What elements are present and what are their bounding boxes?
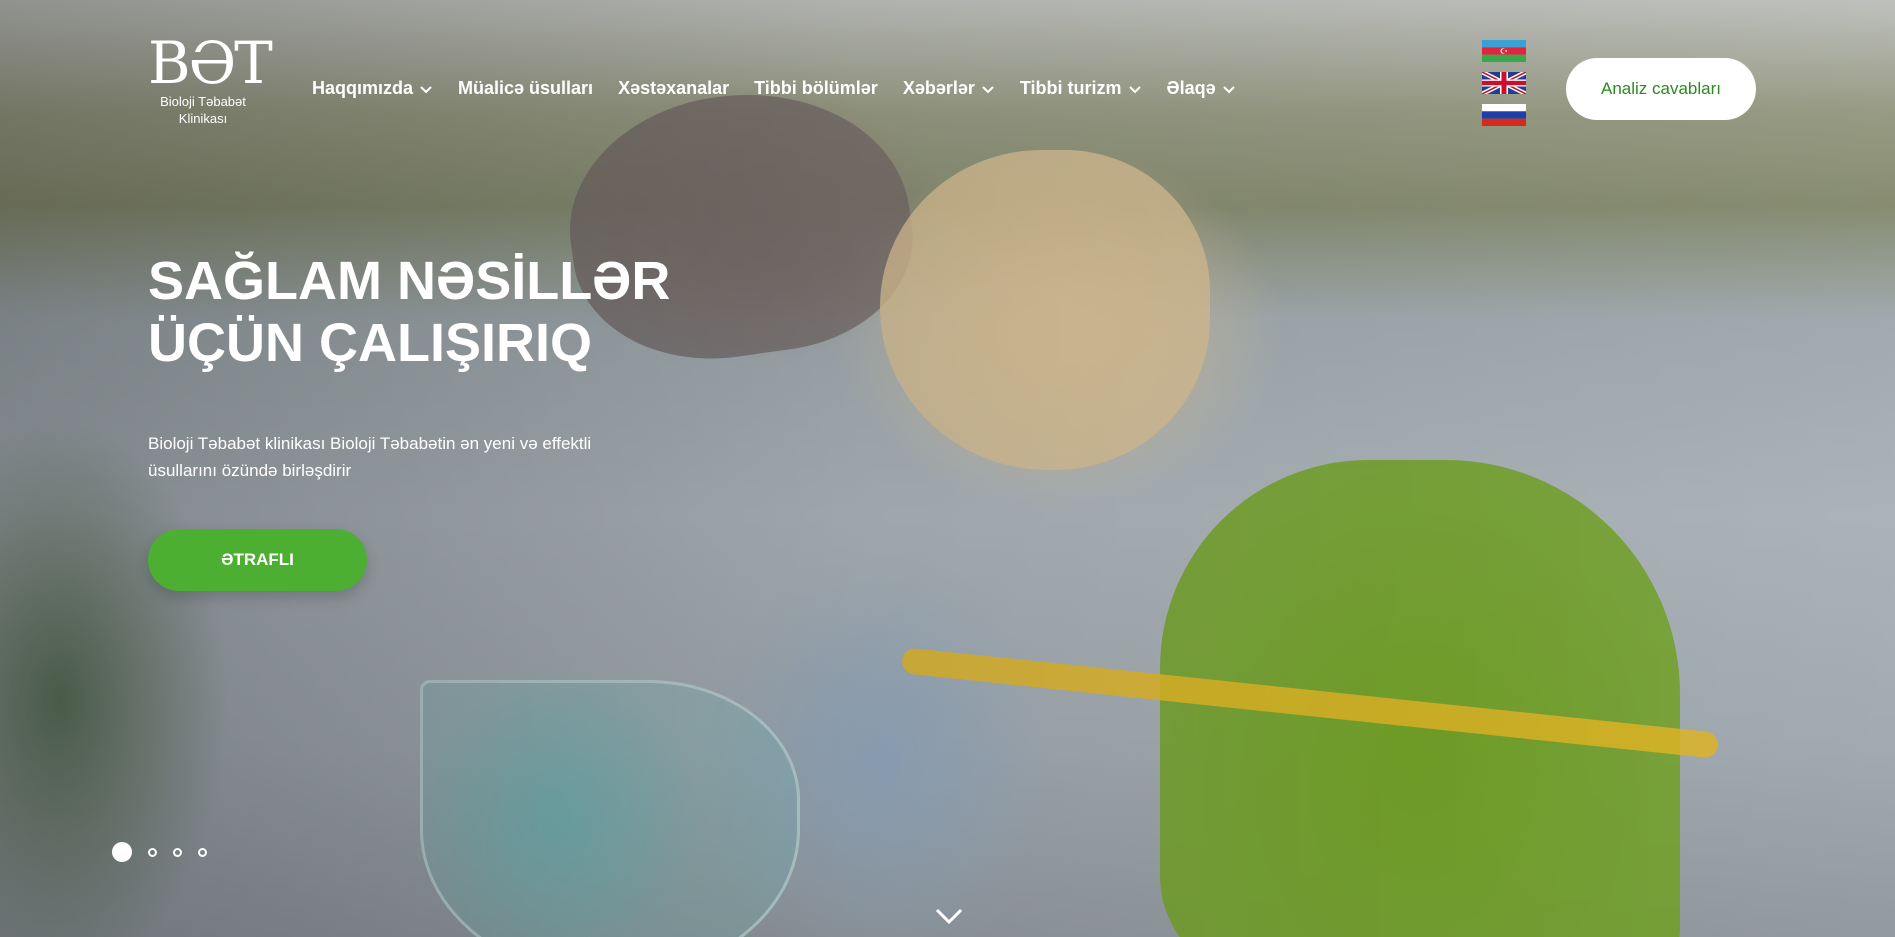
nav-item-news[interactable]: Xəbərlər xyxy=(903,78,995,99)
nav-item-treatments[interactable]: Müalicə üsulları xyxy=(458,78,593,99)
analysis-results-button[interactable]: Analiz cavabları xyxy=(1566,58,1756,120)
azerbaijan-flag-icon[interactable] xyxy=(1482,40,1526,62)
nav-item-about[interactable]: Haqqımızda xyxy=(312,78,433,99)
logo-line2: Klinikası xyxy=(178,111,228,126)
hero-subtitle-line1: Bioloji Təbabət klinikası Bioloji Təbabə… xyxy=(148,434,592,453)
nav-item-label: Tibbi turizm xyxy=(1019,78,1122,98)
slider-pagination xyxy=(112,842,207,862)
nav-item-contact[interactable]: Əlaqə xyxy=(1167,78,1236,99)
nav-item-departments[interactable]: Tibbi bölümlər xyxy=(754,78,878,99)
nav-item-label: Haqqımızda xyxy=(312,78,414,98)
more-info-button[interactable]: ƏTRAFLI xyxy=(148,529,367,591)
chevron-down-icon xyxy=(420,85,432,93)
hero-title: SAĞLAM NƏSİLLƏR ÜÇÜN ÇALIŞIRIQ xyxy=(148,250,670,374)
chevron-down-icon xyxy=(982,85,994,93)
slider-dot[interactable] xyxy=(112,842,132,862)
nav-item-label: Müalicə üsulları xyxy=(458,78,594,98)
hero-section: BƏT Bioloji Təbabət Klinikası Haqqımızda… xyxy=(0,0,1895,937)
russia-flag-icon[interactable] xyxy=(1482,104,1526,126)
logo-mark: BƏT xyxy=(148,29,273,97)
slider-dot[interactable] xyxy=(148,847,157,857)
slider-dot[interactable] xyxy=(198,847,207,857)
main-nav: Haqqımızda Müalicə üsulları Xəstəxanalar… xyxy=(312,78,1236,99)
hero-title-line2: ÜÇÜN ÇALIŞIRIQ xyxy=(148,313,592,373)
language-switcher xyxy=(1482,40,1526,126)
scroll-down-chevron-icon[interactable] xyxy=(934,906,964,926)
nav-item-label: Xəstəxanalar xyxy=(618,78,730,98)
site-logo[interactable]: BƏT Bioloji Təbabət Klinikası xyxy=(148,29,273,127)
nav-item-label: Xəbərlər xyxy=(902,78,975,98)
uk-flag-icon[interactable] xyxy=(1482,72,1526,94)
hero-title-line1: SAĞLAM NƏSİLLƏR xyxy=(148,251,671,311)
chevron-down-icon xyxy=(1222,85,1235,93)
chevron-down-icon xyxy=(1128,85,1141,93)
nav-item-diseases[interactable]: Xəstəxanalar xyxy=(618,78,729,99)
hero-subtitle: Bioloji Təbabət klinikası Bioloji Təbabə… xyxy=(148,430,668,484)
slider-dot[interactable] xyxy=(173,847,182,857)
logo-line1: Bioloji Təbabət xyxy=(160,94,246,109)
nav-item-label: Əlaqə xyxy=(1166,78,1216,98)
hero-subtitle-line2: üsullarını özündə birləşdirir xyxy=(148,461,352,480)
nav-item-medical-tourism[interactable]: Tibbi turizm xyxy=(1020,78,1142,99)
nav-item-label: Tibbi bölümlər xyxy=(754,78,878,98)
